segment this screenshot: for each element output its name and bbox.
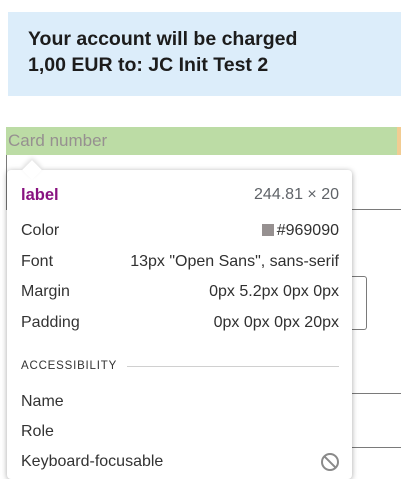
not-allowed-icon bbox=[321, 453, 339, 471]
font-label: Font bbox=[21, 253, 54, 270]
name-row: Name bbox=[21, 390, 339, 414]
color-label: Color bbox=[21, 222, 60, 239]
role-label: Role bbox=[21, 423, 54, 440]
charge-notice: Your account will be charged 1,00 EUR to… bbox=[8, 12, 401, 96]
padding-value: 0px 0px 0px 20px bbox=[213, 314, 339, 331]
tooltip-header: label 244.81 × 20 bbox=[21, 183, 339, 207]
cvc-input-line bbox=[352, 393, 401, 394]
charge-notice-line1: Your account will be charged bbox=[28, 28, 298, 50]
margin-value: 0px 5.2px 0px 0px bbox=[209, 283, 339, 300]
holder-input-line bbox=[352, 447, 401, 448]
accessibility-section-header: ACCESSIBILITY bbox=[21, 358, 339, 374]
color-row: Color #969090 bbox=[21, 219, 339, 243]
margin-row: Margin 0px 5.2px 0px 0px bbox=[21, 280, 339, 304]
color-value: #969090 bbox=[276, 222, 339, 239]
section-divider bbox=[127, 365, 339, 367]
element-tag: label bbox=[21, 185, 59, 204]
devtools-inspect-tooltip: label 244.81 × 20 Color #969090 Font 13p… bbox=[7, 160, 352, 479]
keyboard-focusable-label: Keyboard-focusable bbox=[21, 453, 164, 470]
color-swatch bbox=[261, 224, 274, 236]
charge-notice-text: Your account will be charged 1,00 EUR to… bbox=[28, 26, 388, 78]
padding-row: Padding 0px 0px 0px 20px bbox=[21, 311, 339, 335]
accessibility-heading: ACCESSIBILITY bbox=[21, 360, 118, 372]
role-row: Role bbox=[21, 420, 339, 444]
margin-label: Margin bbox=[21, 283, 70, 300]
element-dimensions: 244.81 × 20 bbox=[254, 186, 339, 203]
charge-notice-line2: 1,00 EUR to: JC Init Test 2 bbox=[28, 54, 269, 76]
padding-label: Padding bbox=[21, 314, 80, 331]
card-number-label: Card number bbox=[8, 131, 108, 150]
name-label: Name bbox=[21, 393, 64, 410]
font-value: 13px "Open Sans", sans-serif bbox=[130, 253, 339, 270]
margin-highlight bbox=[397, 127, 401, 155]
font-row: Font 13px "Open Sans", sans-serif bbox=[21, 250, 339, 274]
keyboard-row: Keyboard-focusable bbox=[21, 450, 339, 474]
color-value-wrap: #969090 bbox=[261, 222, 339, 240]
